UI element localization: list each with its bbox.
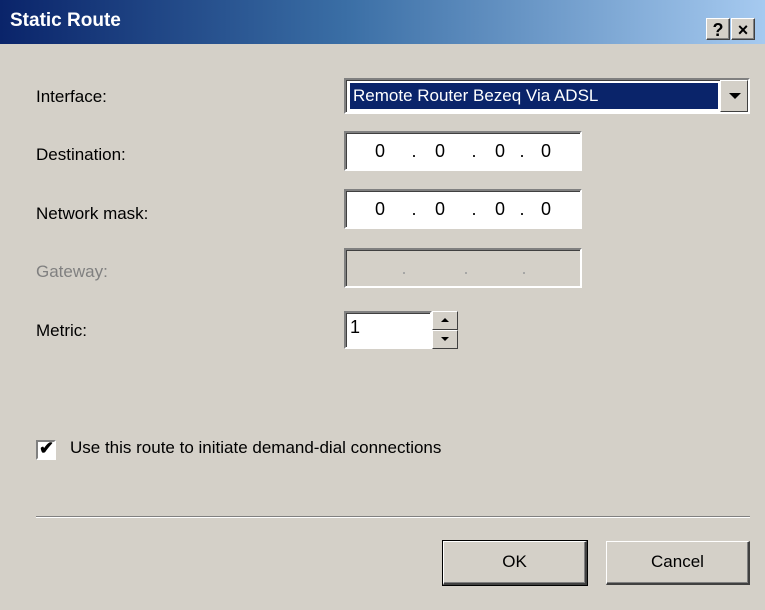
mask-octet-1[interactable]: 0 bbox=[360, 191, 400, 227]
separator-line bbox=[36, 516, 750, 518]
ip-separator: . bbox=[521, 258, 527, 278]
mask-octet-3[interactable]: 0 bbox=[480, 191, 520, 227]
dialog-title: Static Route bbox=[10, 10, 121, 31]
static-route-dialog: Static Route ? × Interface: Remote Route… bbox=[0, 0, 765, 610]
network-mask-ip-input[interactable]: 0 . 0 . 0 . 0 bbox=[344, 189, 582, 229]
ip-separator: . bbox=[463, 258, 469, 278]
interface-dropdown[interactable]: Remote Router Bezeq Via ADSL bbox=[344, 78, 750, 114]
metric-spinner[interactable] bbox=[432, 311, 458, 349]
demand-dial-label[interactable]: Use this route to initiate demand-dial c… bbox=[70, 438, 441, 458]
destination-label: Destination: bbox=[36, 145, 126, 164]
arrow-down-icon[interactable] bbox=[432, 330, 458, 349]
title-bar[interactable]: Static Route ? × bbox=[0, 0, 765, 44]
ip-separator: . bbox=[411, 141, 417, 161]
metric-value: 1 bbox=[350, 317, 361, 337]
checkmark-icon: ✔ bbox=[39, 438, 55, 458]
demand-dial-checkbox[interactable]: ✔ bbox=[36, 438, 56, 460]
chevron-down-icon[interactable] bbox=[720, 80, 748, 112]
gateway-ip-input: . . . bbox=[344, 248, 582, 288]
interface-label: Interface: bbox=[36, 87, 107, 106]
mask-octet-2[interactable]: 0 bbox=[420, 191, 460, 227]
destination-octet-3[interactable]: 0 bbox=[480, 133, 520, 169]
destination-ip-input[interactable]: 0 . 0 . 0 . 0 bbox=[344, 131, 582, 171]
arrow-up-icon[interactable] bbox=[432, 311, 458, 330]
destination-octet-2[interactable]: 0 bbox=[420, 133, 460, 169]
interface-selected-value: Remote Router Bezeq Via ADSL bbox=[350, 83, 718, 109]
ip-separator: . bbox=[411, 199, 417, 219]
close-button[interactable]: × bbox=[731, 18, 755, 40]
metric-label: Metric: bbox=[36, 321, 87, 340]
metric-input[interactable]: 1 bbox=[344, 311, 432, 349]
help-button[interactable]: ? bbox=[706, 18, 730, 40]
gateway-label: Gateway: bbox=[36, 262, 108, 281]
mask-octet-4[interactable]: 0 bbox=[526, 191, 566, 227]
network-mask-label: Network mask: bbox=[36, 204, 149, 223]
cancel-button[interactable]: Cancel bbox=[606, 541, 750, 585]
ip-separator: . bbox=[471, 199, 477, 219]
ip-separator: . bbox=[401, 258, 407, 278]
ok-button[interactable]: OK bbox=[442, 540, 588, 586]
destination-octet-1[interactable]: 0 bbox=[360, 133, 400, 169]
ip-separator: . bbox=[471, 141, 477, 161]
destination-octet-4[interactable]: 0 bbox=[526, 133, 566, 169]
